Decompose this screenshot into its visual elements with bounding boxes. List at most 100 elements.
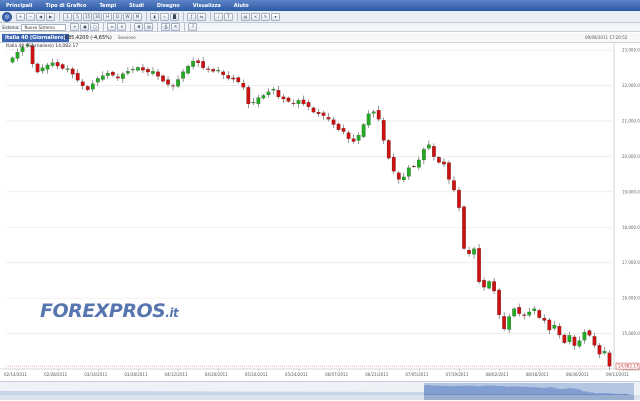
candle-body <box>331 119 336 125</box>
candle-body <box>80 81 85 86</box>
period-week-icon[interactable]: W <box>123 12 132 21</box>
candle-body <box>557 326 562 336</box>
period-month-icon[interactable]: M <box>133 12 142 21</box>
x-tick-label: 07/05/2011 <box>405 372 429 377</box>
pan-right-icon[interactable]: ▶ <box>46 12 55 21</box>
pan-left-icon[interactable]: ◀ <box>36 12 45 21</box>
period-15-icon[interactable]: 15 <box>83 12 92 21</box>
x-tick-label: 03/14/2011 <box>84 372 108 377</box>
period-hour-icon[interactable]: H <box>103 12 112 21</box>
bar-chart-icon[interactable]: █ <box>170 12 179 21</box>
system-label: Sistema: <box>2 24 20 30</box>
close-system-icon[interactable]: ✕ <box>117 23 127 31</box>
menu-bar: Principali Tipo di Grafico Tempi Studi D… <box>0 0 640 11</box>
menu-disegno[interactable]: Disegno <box>157 3 180 9</box>
help-icon[interactable]: ? <box>188 23 198 31</box>
price-chart[interactable]: 23,000.00 22,000.00 21,000.00 20,000.00 19,0… <box>0 43 640 381</box>
chart-settings-icon[interactable]: ▤ <box>241 12 250 21</box>
x-tick-label: 02/14/2011 <box>4 372 28 377</box>
period-day-icon[interactable]: D <box>113 12 122 21</box>
candle-body <box>55 62 60 67</box>
menu-aiuto[interactable]: Aiuto <box>234 3 249 9</box>
chart-area[interactable]: 23,000.00 22,000.00 21,000.00 20,000.00 19,0… <box>0 43 640 400</box>
navigator-selection[interactable] <box>424 383 634 394</box>
candle-body <box>291 102 296 104</box>
candle-body <box>10 57 15 63</box>
pencil-icon[interactable]: ✎ <box>261 12 270 21</box>
chart-tab-bar: Italia 40 (Giornaliero) -685,4200 (-4,65… <box>0 33 640 43</box>
period-30-icon[interactable]: 30 <box>93 12 102 21</box>
add-system-icon[interactable]: + <box>70 23 80 31</box>
zoom-out-icon[interactable]: − <box>26 12 35 21</box>
candle-body <box>562 334 567 343</box>
candlestick-icon[interactable]: ▮ <box>150 12 159 21</box>
x-tick-label: 08/30/2011 <box>566 372 590 377</box>
indicator-icon[interactable]: ƒ <box>187 12 196 21</box>
text-tool-icon[interactable]: T <box>224 12 233 21</box>
candle-body <box>597 345 602 355</box>
candle-body <box>507 316 512 330</box>
delete-icon[interactable]: ✖ <box>134 23 144 31</box>
candle-body <box>286 97 291 102</box>
chart-scrollbar[interactable] <box>0 395 640 400</box>
period-5-icon[interactable]: 5 <box>73 12 82 21</box>
dropdown-icon[interactable]: ▾ <box>271 12 280 21</box>
candle-body <box>246 87 251 105</box>
trendline-icon[interactable]: ∕ <box>214 12 223 21</box>
compare-icon[interactable]: ⇆ <box>197 12 206 21</box>
toolbar-divider <box>184 22 186 32</box>
toolbar-divider <box>237 12 238 21</box>
candle-body <box>256 97 261 104</box>
chart-instrument-tab[interactable]: Italia 40 (Giornaliero) <box>2 34 69 42</box>
range-navigator[interactable] <box>0 381 640 397</box>
session-label[interactable]: Sessione <box>118 35 136 40</box>
candle-body <box>271 88 276 91</box>
layers-icon[interactable]: ▤ <box>144 23 154 31</box>
menu-studi[interactable]: Studi <box>129 3 144 9</box>
crosshair-icon[interactable]: ◎ <box>2 11 12 22</box>
candle-body <box>186 65 190 74</box>
zoom-in-icon[interactable]: + <box>16 12 25 21</box>
save-icon[interactable]: ▣ <box>80 23 90 31</box>
period-1-icon[interactable]: 1 <box>63 12 72 21</box>
candle-body <box>221 71 226 75</box>
menu-principali[interactable]: Principali <box>6 3 32 9</box>
candle-body <box>65 68 70 70</box>
candle-body <box>482 280 486 288</box>
menu-tipo-di-grafico[interactable]: Tipo di Grafico <box>45 3 86 9</box>
menu-tempi[interactable]: Tempi <box>99 3 116 9</box>
candle-body <box>266 91 271 96</box>
candle-body <box>141 67 145 71</box>
toolbar-divider <box>130 22 132 32</box>
candle-body <box>341 128 346 132</box>
y-tick-label: 21,000.00 <box>622 118 640 123</box>
export-icon[interactable]: ⇱ <box>171 23 181 31</box>
toolbar-divider <box>183 12 184 21</box>
x-tick-label: 05/10/2011 <box>245 372 269 377</box>
candle-body <box>75 73 80 81</box>
x-tick-label: 09/13/2011 <box>606 372 630 377</box>
menu-visualizza[interactable]: Visualizza <box>193 3 221 9</box>
candle-body <box>281 96 286 100</box>
candle-body <box>547 319 552 331</box>
line-chart-icon[interactable]: ∿ <box>160 12 169 21</box>
logo-main: FOREXPROS <box>40 300 166 322</box>
candle-body <box>437 157 441 163</box>
candle-body <box>326 117 331 120</box>
link-icon[interactable]: ∞ <box>107 23 117 31</box>
candle-body <box>321 112 326 116</box>
print-icon[interactable]: ⎙ <box>161 23 171 31</box>
delete-drawing-icon[interactable]: ✕ <box>251 12 260 21</box>
candle-body <box>176 79 180 87</box>
candle-body <box>116 76 120 79</box>
x-tick-label: 05/24/2011 <box>285 372 309 377</box>
candle-body <box>156 71 160 77</box>
scroll-thumb[interactable] <box>424 395 634 400</box>
folder-icon[interactable]: □ <box>90 23 100 31</box>
candle-body <box>216 70 221 72</box>
candle-body <box>401 176 406 181</box>
candle-body <box>572 336 577 346</box>
candle-body <box>396 172 401 180</box>
candle-body <box>211 69 216 72</box>
system-select[interactable]: Nuovo Sistema <box>21 23 67 31</box>
